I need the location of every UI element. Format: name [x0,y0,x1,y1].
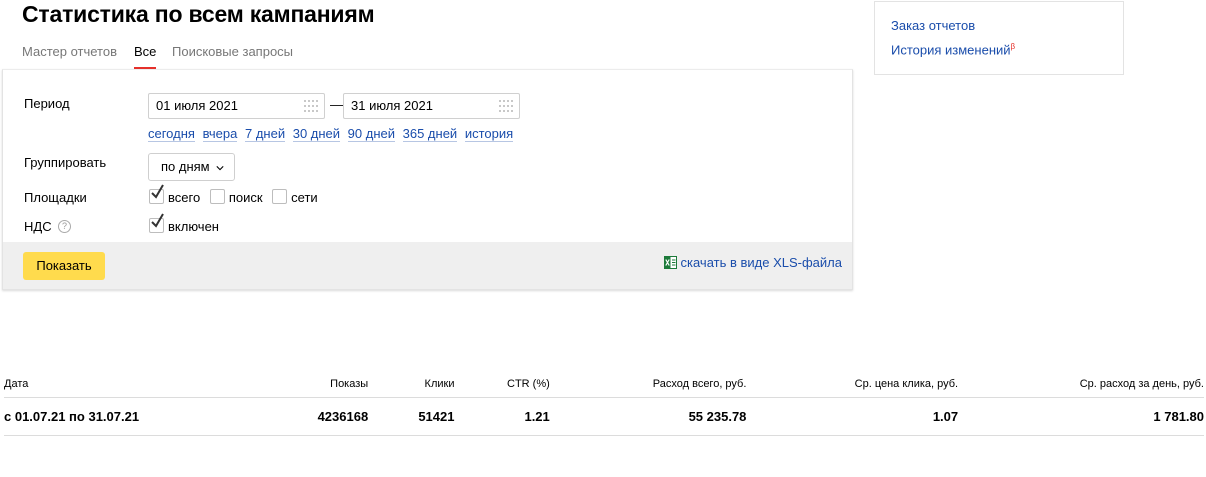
change-history-label: История изменений [891,42,1011,58]
checkmark-icon [151,184,164,199]
page-title: Статистика по всем кампаниям [22,1,375,27]
checkbox-networks-label[interactable]: сети [291,190,318,205]
preset-yesterday[interactable]: вчера [202,127,238,142]
platforms-label: Площадки [24,190,87,205]
column-header-ctr[interactable]: CTR (%) [454,370,550,398]
change-history-link[interactable]: История измененийβ [891,42,1015,57]
column-header-impressions[interactable]: Показы [204,370,369,398]
column-header-date[interactable]: Дата [4,370,205,398]
tab-report-wizard[interactable]: Мастер отчетов [22,44,117,59]
report-filter-panel: Период 01 июля 2021 — 31 июля 2021 сегод… [2,69,853,290]
period-presets: сегодня вчера 7 дней 30 дней 90 дней 365… [148,126,517,142]
checkbox-search-label[interactable]: поиск [229,190,263,205]
show-button[interactable]: Показать [23,252,105,280]
checkbox-all-label[interactable]: всего [168,190,200,205]
beta-badge: β [1010,42,1016,51]
table-row: с 01.07.21 по 31.07.21 4236168 51421 1.2… [4,397,1204,436]
panel-footer: Показать скачать в виде XLS-файла [3,242,852,289]
date-to-value: 31 июля 2021 [351,98,433,113]
group-by-dropdown[interactable]: по дням [148,153,235,181]
vat-checkbox-row: включен [149,213,225,234]
group-by-value: по дням [161,159,210,174]
cell-total-spend: 55 235.78 [549,397,747,436]
column-header-clicks[interactable]: Клики [368,370,455,398]
date-from-input[interactable]: 01 июля 2021 [148,93,325,119]
chevron-down-icon [216,166,224,171]
preset-today[interactable]: сегодня [148,127,195,142]
preset-365-days[interactable]: 365 дней [402,127,458,142]
download-xls-link[interactable]: скачать в виде XLS-файла [663,255,843,270]
cell-clicks: 51421 [368,397,455,436]
date-range-separator: — [330,97,343,112]
column-header-avg-daily-spend[interactable]: Ср. расход за день, руб. [958,370,1204,398]
checkbox-networks[interactable] [272,189,288,204]
report-orders-link[interactable]: Заказ отчетов [891,18,975,33]
column-header-avg-cpc[interactable]: Ср. цена клика, руб. [746,370,959,398]
table-header-row: Дата Показы Клики CTR (%) Расход всего, … [4,370,1204,398]
stats-table: Дата Показы Клики CTR (%) Расход всего, … [4,370,1204,436]
checkbox-search[interactable] [209,189,225,204]
platforms-checkboxes: всего поиск сети [149,184,324,205]
checkmark-icon [151,213,164,228]
cell-ctr: 1.21 [454,397,550,436]
checkbox-vat[interactable] [149,213,164,233]
vat-label: НДС [24,219,52,234]
checkbox-vat-label[interactable]: включен [168,219,219,234]
cell-avg-daily-spend: 1 781.80 [958,397,1204,436]
period-label: Период [24,96,70,111]
cell-date: с 01.07.21 по 31.07.21 [4,397,205,436]
help-icon[interactable]: ? [58,220,71,233]
preset-history[interactable]: история [464,127,514,142]
tab-search-queries[interactable]: Поисковые запросы [172,44,293,59]
date-from-value: 01 июля 2021 [156,98,238,113]
cell-avg-cpc: 1.07 [746,397,959,436]
calendar-icon[interactable] [304,100,318,112]
group-label: Группировать [24,155,107,170]
cell-impressions: 4236168 [204,397,369,436]
column-header-total-spend[interactable]: Расход всего, руб. [549,370,747,398]
preset-7-days[interactable]: 7 дней [244,127,286,142]
preset-30-days[interactable]: 30 дней [292,127,341,142]
checkbox-all[interactable] [149,184,164,204]
download-xls-label: скачать в виде XLS-файла [680,255,843,270]
excel-icon [663,256,677,269]
preset-90-days[interactable]: 90 дней [347,127,395,142]
date-to-input[interactable]: 31 июля 2021 [343,93,520,119]
calendar-icon[interactable] [499,100,513,112]
tab-all[interactable]: Все [134,44,157,69]
sidebar-links-box: Заказ отчетов История измененийβ [874,1,1124,75]
